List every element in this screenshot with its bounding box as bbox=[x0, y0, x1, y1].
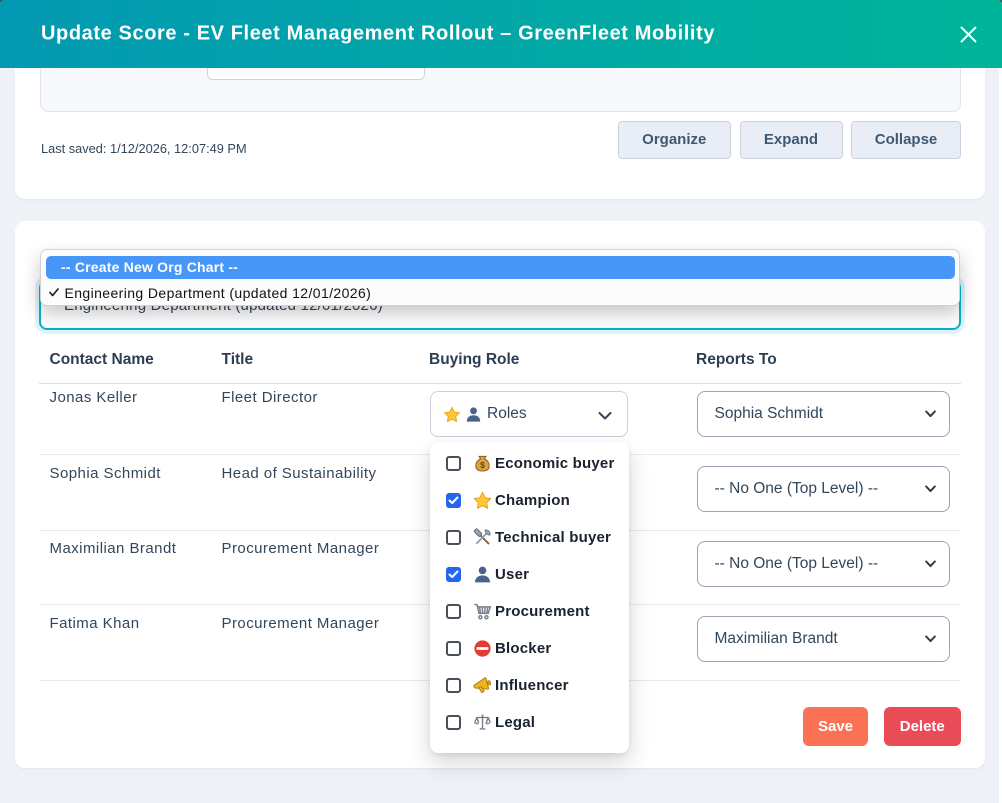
svg-text:$: $ bbox=[480, 460, 485, 470]
